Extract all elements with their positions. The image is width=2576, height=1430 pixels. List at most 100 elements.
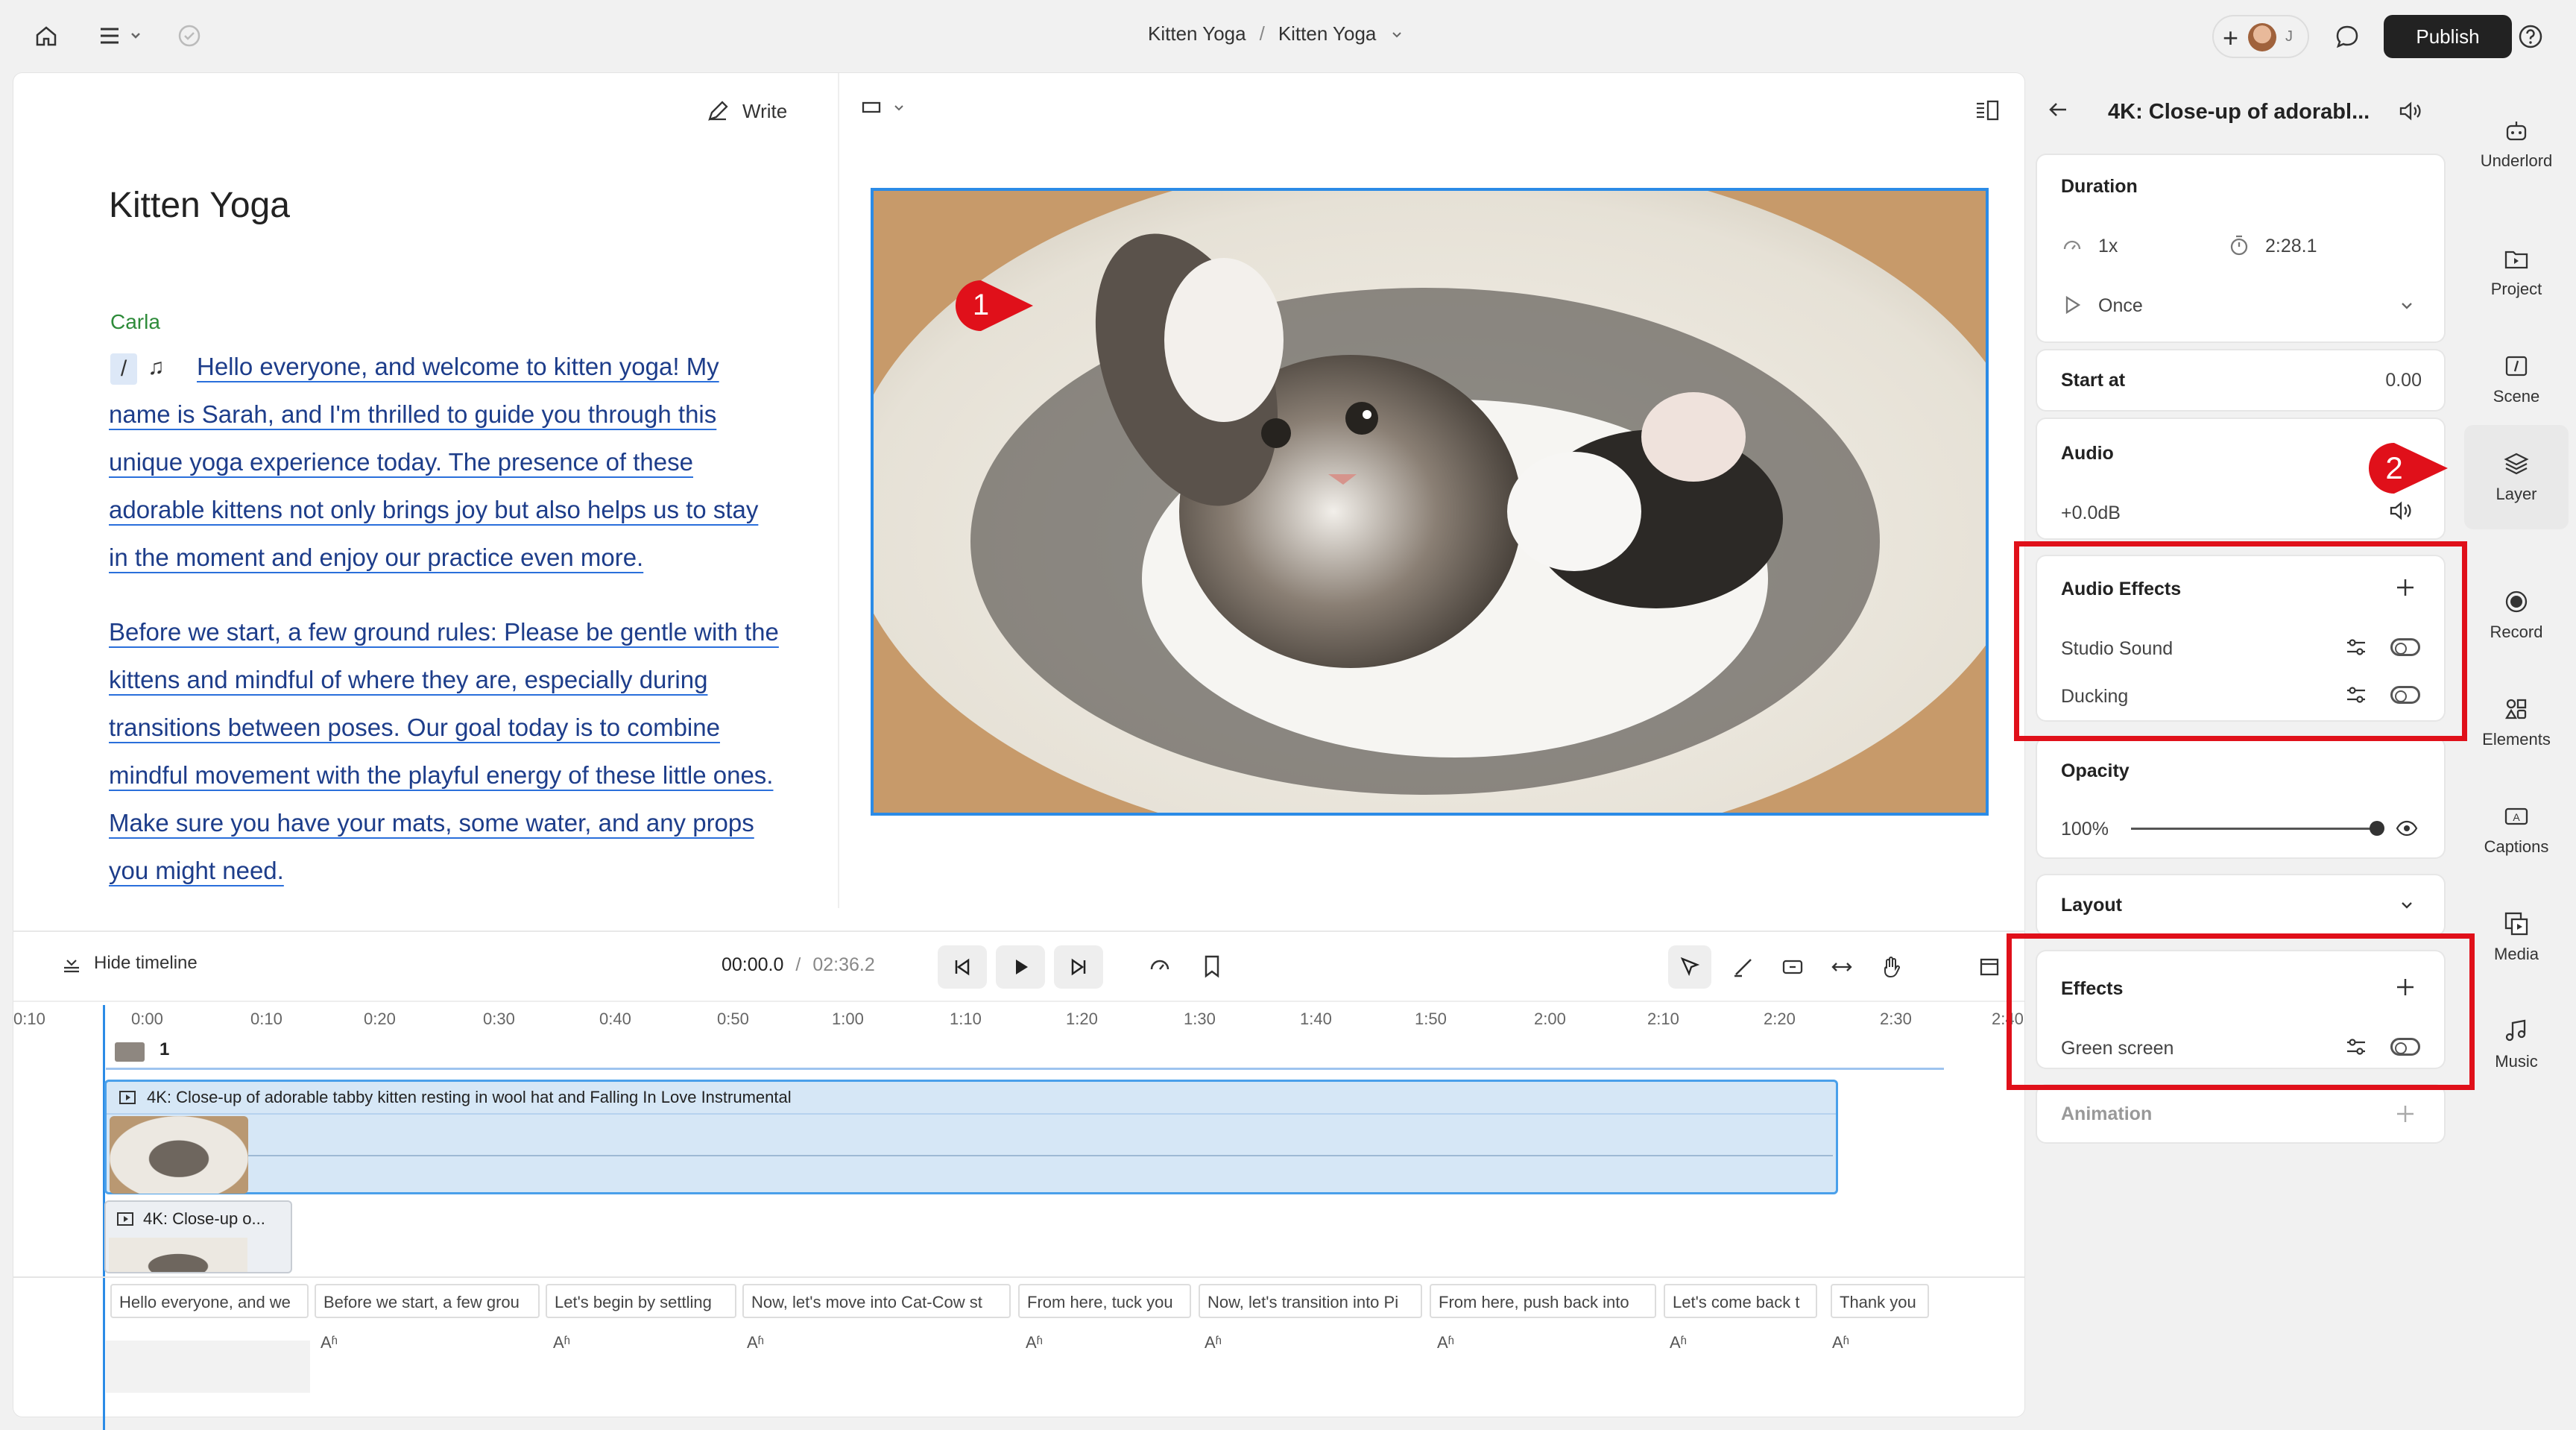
sidenav-elements[interactable]: Elements (2464, 674, 2569, 771)
script-paragraph[interactable]: Before we start, a few ground rules: Ple… (109, 608, 780, 895)
breadcrumb: Kitten Yoga / Kitten Yoga (1148, 22, 1404, 45)
audio-gain[interactable]: +0.0dB (2061, 503, 2121, 524)
layout-card[interactable]: Layout (2037, 875, 2444, 935)
volume-icon[interactable] (2387, 498, 2413, 523)
scene-bar (106, 1068, 1944, 1070)
eye-icon[interactable] (2395, 817, 2419, 840)
blade-tool-icon[interactable] (1728, 951, 1759, 983)
clip-title: 4K: Close-up o... (143, 1209, 265, 1228)
play-button[interactable] (996, 945, 1045, 989)
caption-segment[interactable]: Now, let's move into Cat-Cow st (742, 1284, 1011, 1318)
opacity-slider-track[interactable] (2131, 828, 2377, 830)
collapse-icon (64, 960, 79, 973)
sidenav-scene[interactable]: Scene (2464, 331, 2569, 428)
sidenav-captions[interactable]: A Captions (2464, 781, 2569, 878)
add-icon[interactable] (2393, 1102, 2417, 1126)
aspect-ratio-icon (862, 101, 881, 113)
ruler-tick: 1:00 (832, 1009, 864, 1028)
sidenav-project[interactable]: Project (2464, 224, 2569, 321)
skip-back-icon (955, 958, 970, 976)
caption-style-icon[interactable]: Aʱ (747, 1333, 764, 1352)
caption-segment[interactable]: Hello everyone, and we (110, 1284, 309, 1318)
caption-style-icon[interactable]: Aʱ (553, 1333, 570, 1352)
start-at-value[interactable]: 0.00 (2385, 370, 2422, 391)
video-clip-main[interactable]: 4K: Close-up of adorable tabby kitten re… (104, 1080, 1838, 1194)
add-collaborator-icon[interactable]: + (2223, 22, 2238, 54)
pane-divider (838, 73, 839, 908)
video-clip-icon (119, 1091, 136, 1104)
svg-text:A: A (2513, 811, 2520, 823)
avatar[interactable] (2248, 23, 2276, 51)
caption-style-icon[interactable]: Aʱ (1437, 1333, 1454, 1352)
toggle-panel-icon[interactable] (1972, 95, 2002, 125)
comment-icon[interactable] (2332, 21, 2363, 52)
opacity-value[interactable]: 100% (2061, 819, 2109, 840)
ruler-tick: 2:00 (1534, 1009, 1566, 1028)
caption-style-icon[interactable]: Aʱ (1670, 1333, 1687, 1352)
chevron-down-icon[interactable] (2398, 297, 2416, 315)
chevron-down-icon[interactable] (2398, 896, 2416, 914)
caption-style-icon[interactable]: Aʱ (321, 1333, 338, 1352)
caption-segment[interactable]: Before we start, a few grou (315, 1284, 540, 1318)
timer-icon (2230, 235, 2248, 256)
breadcrumb-project[interactable]: Kitten Yoga (1148, 22, 1246, 45)
ruler-tick: 0:30 (483, 1009, 515, 1028)
speaker-label[interactable]: Carla (110, 310, 160, 334)
write-button[interactable]: Write (705, 98, 787, 124)
caption-segment[interactable]: From here, push back into (1430, 1284, 1656, 1318)
sidenav-underlord[interactable]: Underlord (2464, 95, 2569, 192)
opacity-slider-handle[interactable] (2370, 821, 2384, 836)
caption-segment[interactable]: From here, tuck you (1018, 1284, 1191, 1318)
gap-tool-icon[interactable] (1777, 951, 1808, 983)
caption-segment[interactable]: Thank you (1831, 1284, 1929, 1318)
scene-thumbnail[interactable] (115, 1042, 145, 1062)
help-icon[interactable] (2515, 21, 2546, 52)
video-clip-small[interactable]: 4K: Close-up o... (104, 1200, 292, 1273)
opacity-label: Opacity (2061, 760, 2130, 781)
back-arrow-icon[interactable] (2045, 97, 2075, 127)
annotation-marker-2: 2 (2368, 443, 2448, 494)
audio-label: Audio (2061, 443, 2114, 464)
volume-icon[interactable] (2397, 98, 2427, 128)
sidenav-layer[interactable]: Layer (2464, 425, 2569, 529)
select-tool-icon[interactable] (1668, 945, 1711, 989)
bookmark-icon[interactable] (1197, 951, 1227, 981)
chevron-down-icon[interactable] (1389, 27, 1404, 42)
sidenav-music[interactable]: Music (2464, 996, 2569, 1093)
speed-value[interactable]: 1x (2098, 236, 2118, 257)
loop-mode[interactable]: Once (2098, 295, 2143, 317)
script-pane: Write Kitten Yoga Carla / ♫ Hello everyo… (13, 73, 839, 930)
loop-icon[interactable] (1145, 951, 1175, 981)
hide-timeline-button[interactable]: Hide timeline (61, 953, 198, 974)
ruler-tick: 2:20 (1764, 1009, 1796, 1028)
sidenav-media[interactable]: Media (2464, 889, 2569, 986)
breadcrumb-scene[interactable]: Kitten Yoga (1278, 22, 1377, 45)
clip-thumbnail (110, 1116, 248, 1194)
aspect-ratio-select[interactable] (862, 100, 905, 115)
layer-title: 4K: Close-up of adorabl... (2108, 100, 2370, 124)
hand-tool-icon[interactable] (1875, 951, 1907, 983)
timeline-layout-icon[interactable] (1974, 951, 2005, 983)
caption-segment[interactable]: Now, let's transition into Pi (1199, 1284, 1422, 1318)
skip-back-button[interactable] (938, 945, 987, 989)
scene-number[interactable]: 1 (160, 1039, 169, 1060)
stretch-tool-icon[interactable] (1826, 951, 1857, 983)
script-title[interactable]: Kitten Yoga (109, 185, 290, 226)
publish-button[interactable]: Publish (2384, 15, 2512, 58)
home-icon[interactable] (31, 21, 61, 51)
caption-style-icon[interactable]: Aʱ (1832, 1333, 1849, 1352)
audio-waveform-line (248, 1155, 1833, 1156)
script-paragraph[interactable]: Hello everyone, and welcome to kitten yo… (109, 343, 780, 582)
caption-style-icon[interactable]: Aʱ (1026, 1333, 1043, 1352)
caption-segment[interactable]: Let's come back t (1664, 1284, 1817, 1318)
duration-value[interactable]: 2:28.1 (2265, 236, 2317, 257)
ruler-tick: 0:10 (13, 1009, 45, 1028)
caption-segment[interactable]: Let's begin by settling (546, 1284, 736, 1318)
skip-forward-button[interactable] (1054, 945, 1103, 989)
pen-icon (708, 101, 728, 121)
sidenav-label: Media (2494, 945, 2539, 963)
menu-icon[interactable] (95, 22, 148, 49)
caption-style-icon[interactable]: Aʱ (1205, 1333, 1222, 1352)
sidenav-record[interactable]: Record (2464, 567, 2569, 664)
collaborators[interactable]: + J (2212, 15, 2309, 58)
